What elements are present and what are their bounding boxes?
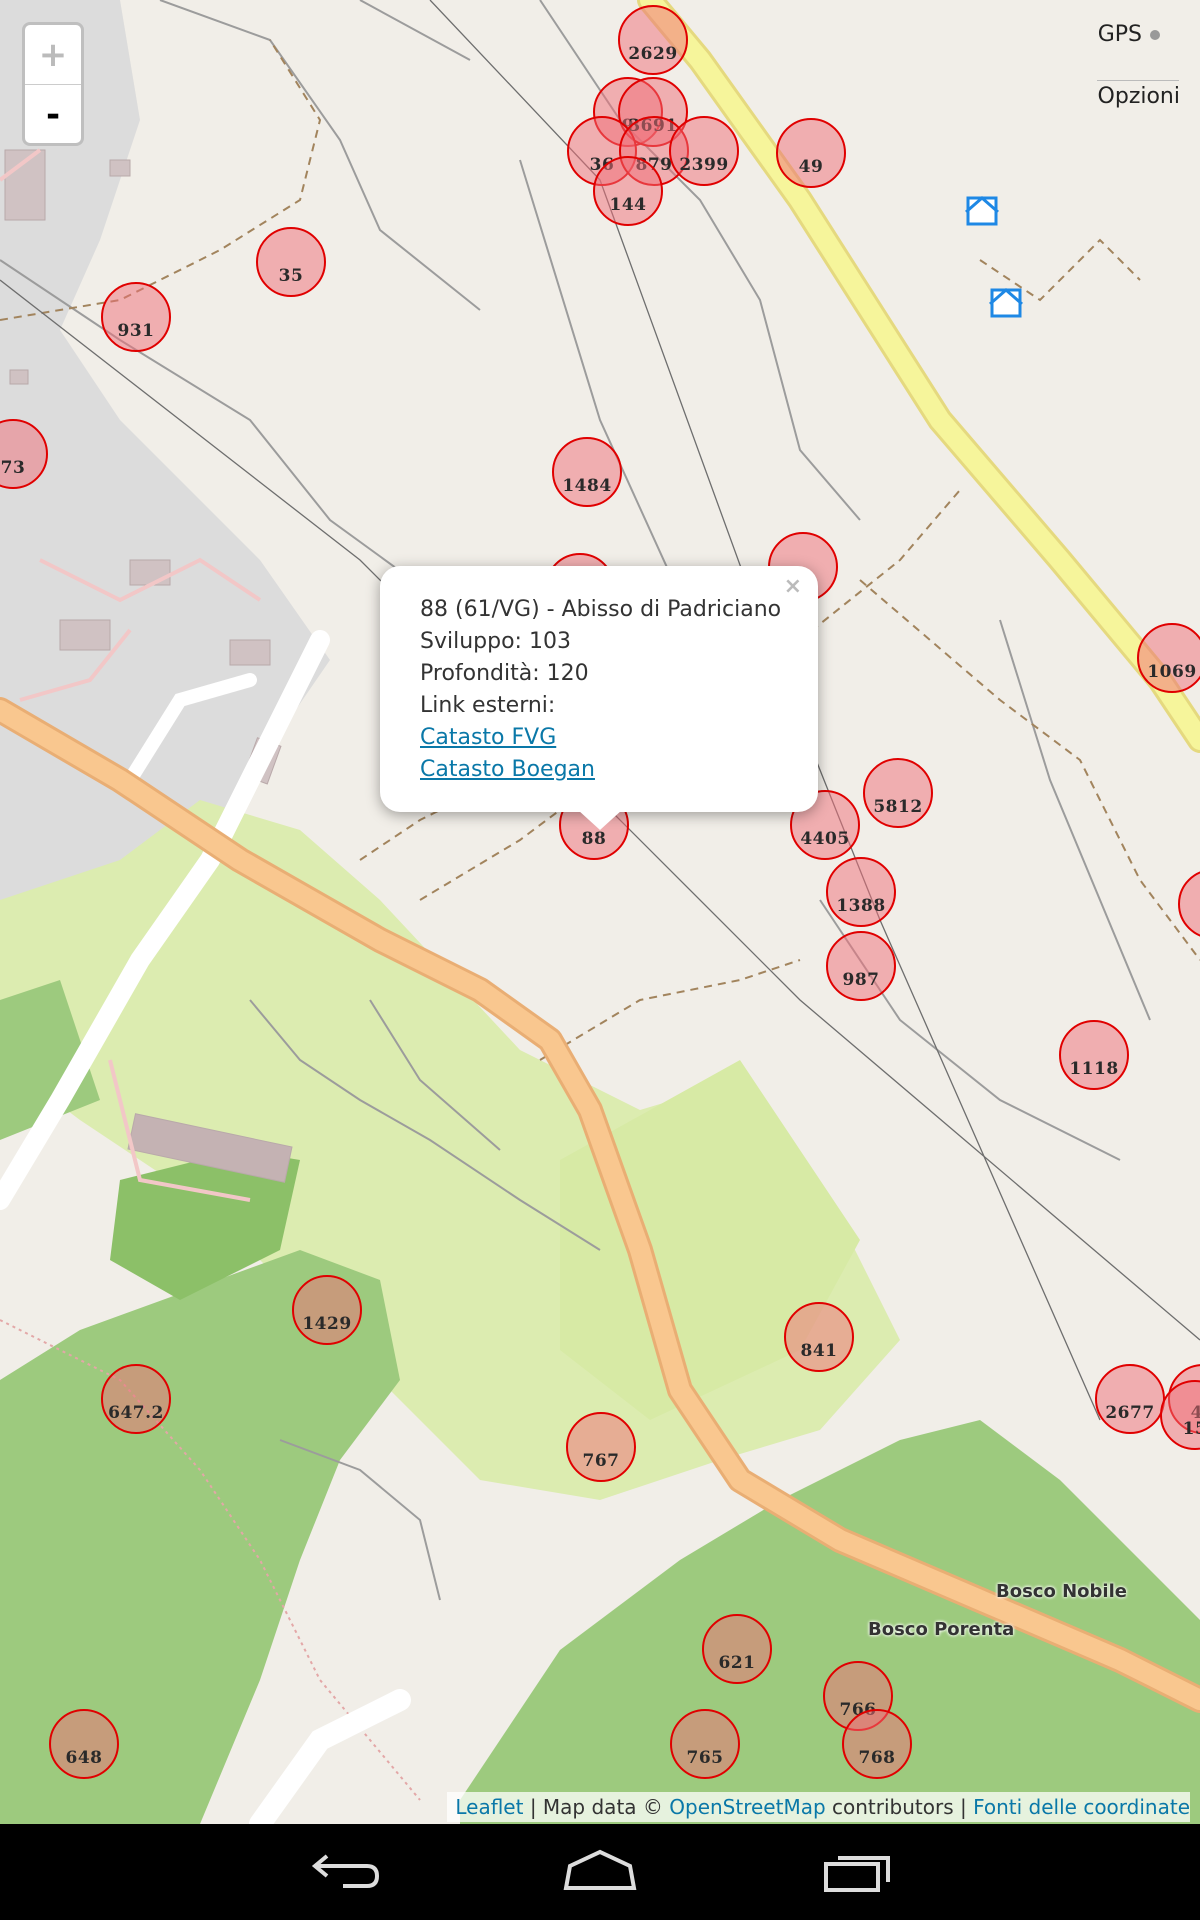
attribution-contributors: contributors | bbox=[825, 1795, 974, 1819]
marker-label: 768 bbox=[858, 1748, 896, 1768]
hut-icon bbox=[965, 196, 999, 226]
cave-marker[interactable]: 841 bbox=[784, 1302, 854, 1372]
options-button[interactable]: Opzioni bbox=[1098, 84, 1180, 109]
cave-marker[interactable]: 1069 bbox=[1137, 623, 1200, 693]
cave-marker[interactable]: 2629 bbox=[618, 5, 688, 75]
gps-status-dot-icon bbox=[1150, 29, 1160, 40]
marker-label: 1069 bbox=[1147, 662, 1197, 682]
map-attribution: Leaflet | Map data © OpenStreetMap contr… bbox=[447, 1792, 1190, 1822]
place-label-bosco-porenta: Bosco Porenta bbox=[868, 1619, 1015, 1640]
back-arrow-icon[interactable] bbox=[303, 1846, 383, 1896]
cave-marker[interactable]: 931 bbox=[101, 282, 171, 352]
marker-label: 765 bbox=[686, 1748, 724, 1768]
marker-label: 73 bbox=[0, 458, 26, 478]
marker-label: 1388 bbox=[836, 896, 886, 916]
leaflet-link[interactable]: Leaflet bbox=[455, 1795, 523, 1819]
gps-label: GPS bbox=[1097, 22, 1142, 47]
cave-info-popup: × 88 (61/VG) - Abisso di Padriciano Svil… bbox=[380, 566, 818, 830]
map-tiles bbox=[0, 0, 1200, 1824]
options-divider bbox=[1097, 80, 1179, 81]
attribution-text: | Map data © bbox=[523, 1795, 670, 1819]
zoom-control: + - bbox=[22, 22, 84, 146]
cave-marker[interactable]: 648 bbox=[49, 1709, 119, 1779]
cave-marker[interactable]: 987 bbox=[826, 931, 896, 1001]
popup-tip bbox=[578, 810, 622, 830]
cave-marker[interactable]: 1429 bbox=[292, 1275, 362, 1345]
gps-toggle[interactable]: GPS bbox=[1098, 22, 1160, 47]
popup-close-button[interactable]: × bbox=[784, 574, 802, 599]
cave-marker[interactable]: 35 bbox=[256, 227, 326, 297]
cave-marker[interactable]: 1388 bbox=[826, 857, 896, 927]
cave-marker[interactable]: 49 bbox=[776, 118, 846, 188]
marker-label: 1429 bbox=[302, 1314, 352, 1334]
popup-links-heading: Link esterni: bbox=[420, 693, 556, 718]
openstreetmap-link[interactable]: OpenStreetMap bbox=[669, 1795, 825, 1819]
place-label-bosco-nobile: Bosco Nobile bbox=[996, 1581, 1127, 1602]
marker-label: 648 bbox=[65, 1748, 103, 1768]
marker-label: 931 bbox=[117, 321, 155, 341]
marker-label: 5 bbox=[1160, 908, 1200, 928]
popup-title: 88 (61/VG) - Abisso di Padriciano bbox=[420, 597, 782, 622]
home-icon[interactable] bbox=[560, 1846, 640, 1896]
marker-label: 1484 bbox=[562, 476, 612, 496]
cave-marker[interactable]: 144 bbox=[593, 156, 663, 226]
popup-profondita: Profondità: 120 bbox=[420, 661, 589, 686]
marker-label: 841 bbox=[800, 1341, 838, 1361]
map-canvas[interactable]: Bosco Nobile Bosco Porenta 2629 9 3691 3… bbox=[0, 0, 1200, 1824]
hut-icon bbox=[989, 288, 1023, 318]
marker-label: 35 bbox=[278, 266, 304, 286]
cave-marker[interactable]: 765 bbox=[670, 1709, 740, 1779]
cave-marker[interactable]: 768 bbox=[842, 1709, 912, 1779]
catasto-fvg-link[interactable]: Catasto FVG bbox=[420, 725, 556, 750]
marker-label: 49 bbox=[798, 157, 824, 177]
zoom-out-button[interactable]: - bbox=[25, 85, 81, 144]
cave-marker[interactable]: 1118 bbox=[1059, 1020, 1129, 1090]
marker-label: 88 bbox=[581, 829, 607, 849]
cave-marker[interactable]: 1484 bbox=[552, 437, 622, 507]
marker-label: 5812 bbox=[873, 797, 923, 817]
cave-marker[interactable]: 5812 bbox=[863, 758, 933, 828]
cave-marker[interactable]: 647.2 bbox=[101, 1364, 171, 1434]
popup-sviluppo: Sviluppo: 103 bbox=[420, 629, 571, 654]
cave-marker[interactable]: 621 bbox=[702, 1614, 772, 1684]
marker-label: 2629 bbox=[628, 44, 678, 64]
catasto-boegan-link[interactable]: Catasto Boegan bbox=[420, 757, 595, 782]
coordinate-sources-link[interactable]: Fonti delle coordinate bbox=[973, 1795, 1190, 1819]
marker-label: 621 bbox=[718, 1653, 756, 1673]
marker-label: 767 bbox=[582, 1451, 620, 1471]
cave-marker[interactable]: 767 bbox=[566, 1412, 636, 1482]
marker-label: 15 bbox=[1182, 1419, 1200, 1439]
marker-label: 987 bbox=[842, 970, 880, 990]
marker-label: 647.2 bbox=[108, 1403, 164, 1423]
system-navigation-bar bbox=[0, 1824, 1200, 1920]
marker-label: 1118 bbox=[1069, 1059, 1119, 1079]
recent-apps-icon[interactable] bbox=[818, 1846, 898, 1896]
marker-label: 4405 bbox=[800, 829, 850, 849]
marker-label: 2399 bbox=[679, 155, 729, 175]
marker-label: 144 bbox=[609, 195, 647, 215]
zoom-in-button[interactable]: + bbox=[25, 25, 81, 85]
cave-marker[interactable]: 2399 bbox=[669, 116, 739, 186]
